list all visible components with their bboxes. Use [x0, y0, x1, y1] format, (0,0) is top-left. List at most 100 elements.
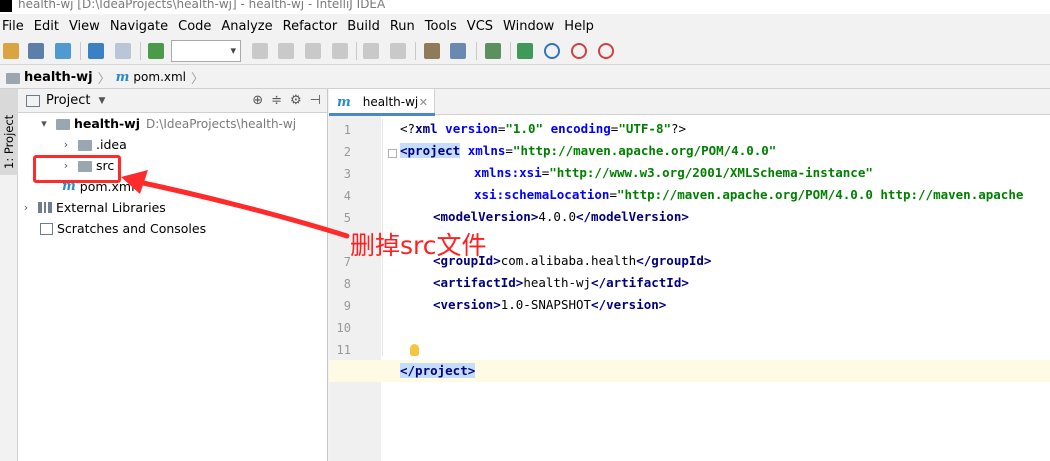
code-line-5[interactable]: <modelVersion>4.0.0</modelVersion>	[433, 207, 689, 227]
chevron-right-icon[interactable]: ›	[60, 138, 72, 151]
code-token: "1.0"	[505, 121, 544, 136]
code-token: <artifactId>	[433, 275, 524, 290]
annotation-text: 删掉src文件	[350, 231, 487, 260]
sync-icon[interactable]	[55, 43, 71, 59]
code-line-12[interactable]: </project>	[400, 361, 476, 381]
project-tool-tab[interactable]: 1: Project	[0, 89, 18, 175]
upload-icon[interactable]	[390, 43, 406, 59]
menu-tools[interactable]: Tools	[425, 19, 457, 34]
code-token: xsi:schemaLocation	[474, 187, 610, 202]
editor-tab-bar: m health-wj ✕	[329, 89, 1050, 116]
tree-root-path: D:\IdeaProjects\health-wj	[146, 116, 297, 131]
menu-analyze[interactable]: Analyze	[221, 19, 272, 34]
locate-target-icon[interactable]: ⊕	[252, 93, 263, 108]
menu-vcs[interactable]: VCS	[467, 19, 493, 34]
code-line-4[interactable]: xsi:schemaLocation="http://maven.apache.…	[474, 185, 1023, 205]
code-line-8[interactable]: <artifactId>health-wj</artifactId>	[433, 273, 689, 293]
activity-monitor-icon[interactable]	[517, 43, 533, 59]
close-icon[interactable]: ✕	[419, 96, 428, 109]
code-token: xml	[415, 121, 446, 136]
menu-help[interactable]: Help	[564, 19, 594, 34]
tree-libraries-label: External Libraries	[56, 200, 166, 215]
debug-icon[interactable]	[278, 43, 294, 59]
save-icon[interactable]	[28, 43, 44, 59]
code-line-9[interactable]: <version>1.0-SNAPSHOT</version>	[433, 295, 666, 315]
code-token: </artifactId>	[591, 275, 689, 290]
code-token: <modelVersion>	[433, 209, 539, 224]
title-bar: health-wj [D:\IdeaProjects\health-wj] - …	[0, 0, 1050, 14]
menu-edit[interactable]: Edit	[34, 19, 59, 34]
project-tool-label: 1: Project	[2, 114, 16, 169]
line-number: 4	[343, 189, 351, 203]
chevron-down-icon[interactable]: ▼	[98, 96, 105, 106]
back-arrow-icon[interactable]	[88, 43, 104, 59]
forward-arrow-icon[interactable]	[115, 43, 131, 59]
editor-tab-pom[interactable]: m health-wj ✕	[329, 89, 435, 116]
menu-run[interactable]: Run	[390, 19, 415, 34]
hide-panel-icon[interactable]: ⊣	[310, 93, 321, 108]
tree-item-idea[interactable]: › .idea	[18, 134, 327, 155]
code-token: "http://www.w3.org/2001/XMLSchema-instan…	[549, 165, 873, 180]
editor-tab-label: health-wj	[362, 95, 419, 109]
check-circle-icon[interactable]	[598, 43, 614, 59]
breadcrumb: health-wj 〉 m pom.xml 〉	[0, 66, 1050, 89]
menu-view[interactable]: View	[69, 19, 100, 34]
breadcrumb-project[interactable]: health-wj	[24, 70, 93, 85]
toolbar-separator	[476, 42, 477, 60]
build-hammer-icon[interactable]	[148, 43, 164, 59]
chevron-down-icon: ▾	[230, 44, 236, 57]
line-number: 11	[336, 343, 351, 357]
code-line-1[interactable]: <?xml version="1.0" encoding="UTF-8"?>	[400, 119, 686, 139]
project-panel-header: Project ▼ ⊕ ≑ ⚙ ⊣	[18, 89, 327, 113]
menu-file[interactable]: File	[2, 19, 24, 34]
folder-icon	[56, 119, 70, 130]
breadcrumb-separator-icon: 〉	[97, 71, 111, 87]
line-number: 5	[343, 211, 351, 225]
project-view-icon	[26, 94, 40, 107]
left-tool-strip: 1: Project	[0, 89, 18, 461]
tree-item-external-libraries[interactable]: › External Libraries	[18, 197, 327, 218]
run-icon[interactable]	[252, 43, 268, 59]
fold-marker-icon[interactable]	[388, 149, 397, 158]
run-configuration-select[interactable]: ▾	[171, 40, 241, 62]
gear-icon[interactable]: ⚙	[290, 93, 302, 108]
project-structure-icon[interactable]	[450, 43, 466, 59]
tree-item-root[interactable]: ▾ health-wj D:\IdeaProjects\health-wj	[18, 113, 327, 134]
lightbulb-icon[interactable]	[410, 344, 419, 356]
menu-window[interactable]: Window	[503, 19, 554, 34]
no-entry-icon[interactable]	[544, 43, 560, 59]
settings-wrench-icon[interactable]	[424, 43, 440, 59]
line-number: 10	[336, 321, 351, 335]
code-token: "UTF-8"	[618, 121, 671, 136]
menu-build[interactable]: Build	[347, 19, 380, 34]
annotation-highlight-box	[33, 155, 121, 183]
collapse-all-icon[interactable]: ≑	[271, 93, 282, 108]
sdk-manager-icon[interactable]	[485, 43, 501, 59]
search-circle-icon[interactable]	[571, 43, 587, 59]
breadcrumb-file[interactable]: pom.xml	[133, 70, 186, 84]
deploy-icon[interactable]	[363, 43, 379, 59]
toolbar-separator	[80, 42, 81, 60]
window-title: health-wj [D:\IdeaProjects\health-wj] - …	[18, 0, 386, 11]
tree-item-scratches[interactable]: Scratches and Consoles	[18, 218, 327, 239]
chevron-right-icon[interactable]: ›	[20, 201, 32, 214]
menu-code[interactable]: Code	[178, 19, 211, 34]
code-line-2[interactable]: <project xmlns="http://maven.apache.org/…	[400, 141, 776, 161]
open-folder-icon[interactable]	[3, 43, 19, 59]
line-number: 3	[343, 167, 351, 181]
menu-refactor[interactable]: Refactor	[283, 19, 338, 34]
code-token: 4.0.0	[538, 209, 576, 224]
code-token: =	[505, 143, 513, 158]
stop-icon[interactable]	[332, 43, 348, 59]
chevron-down-icon[interactable]: ▾	[38, 117, 50, 130]
code-token: <?	[400, 121, 416, 136]
menu-navigate[interactable]: Navigate	[110, 19, 168, 34]
project-panel-title[interactable]: Project	[46, 93, 90, 108]
tree-idea-label: .idea	[96, 137, 127, 152]
intellij-app-icon	[0, 0, 12, 12]
coverage-icon[interactable]	[305, 43, 321, 59]
code-line-3[interactable]: xmlns:xsi="http://www.w3.org/2001/XMLSch…	[474, 163, 873, 183]
line-number: 9	[343, 299, 351, 313]
menu-bar: File Edit View Navigate Code Analyze Ref…	[0, 16, 1050, 37]
